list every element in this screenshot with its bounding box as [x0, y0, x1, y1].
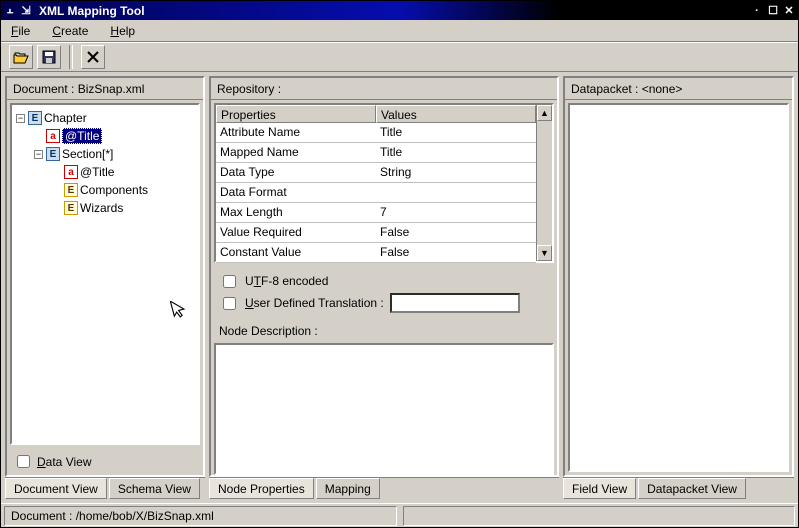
x-icon: [86, 50, 100, 64]
scroll-up-icon[interactable]: ▲: [537, 105, 552, 121]
node-description-label: Node Description :: [211, 318, 557, 340]
grid-cell[interactable]: Constant Value: [216, 243, 376, 263]
grid-cell[interactable]: Data Format: [216, 183, 376, 203]
grid-cell[interactable]: False: [376, 223, 536, 243]
tree-node-chapter[interactable]: − E Chapter: [16, 109, 194, 127]
element-icon: E: [28, 111, 42, 125]
attribute-icon: a: [46, 129, 60, 143]
attribute-icon: a: [64, 165, 78, 179]
collapse-icon[interactable]: −: [34, 150, 43, 159]
utf8-checkbox[interactable]: [223, 275, 236, 288]
tree-label: Section[*]: [62, 147, 113, 161]
grid-cell[interactable]: Data Type: [216, 163, 376, 183]
right-tabs: Field View Datapacket View: [563, 477, 794, 499]
tree-label: @Title: [80, 165, 114, 179]
datapacket-panel-title: Datapacket : <none>: [565, 78, 792, 100]
menu-help[interactable]: HelpHelp: [110, 24, 135, 38]
toolbar-separator: [69, 45, 73, 69]
grid-cell[interactable]: Mapped Name: [216, 143, 376, 163]
menu-bar: FFileile CreateCreate HelpHelp: [1, 20, 798, 42]
tree-node-wizards[interactable]: E Wizards: [16, 199, 194, 217]
menu-file[interactable]: FFileile: [11, 24, 30, 38]
document-panel-title: Document : BizSnap.xml: [7, 78, 203, 100]
tab-datapacket-view[interactable]: Datapacket View: [638, 478, 746, 499]
element-icon: E: [64, 201, 78, 215]
window-title: XML Mapping Tool: [37, 4, 750, 18]
close-icon[interactable]: ✕: [782, 4, 796, 18]
grid-cell[interactable]: [376, 183, 536, 203]
tab-field-view[interactable]: Field View: [563, 478, 636, 499]
mid-tabs: Node Properties Mapping: [209, 477, 559, 499]
grid-cell[interactable]: Value Required: [216, 223, 376, 243]
data-view-checkbox[interactable]: [17, 455, 30, 468]
tree-label: Components: [80, 183, 148, 197]
save-button[interactable]: [37, 45, 61, 69]
tab-node-properties[interactable]: Node Properties: [209, 478, 314, 499]
utf8-label: UTF-8 encoded: [245, 274, 328, 288]
status-empty: [403, 506, 796, 526]
datapacket-tree[interactable]: [568, 103, 789, 472]
grid-header-values[interactable]: Values: [376, 105, 536, 123]
node-description-box[interactable]: [214, 343, 554, 475]
tree-label: @Title: [62, 128, 102, 144]
title-bar: ⫠ ⇲ XML Mapping Tool · ☐ ✕: [1, 1, 798, 20]
grid-cell[interactable]: String: [376, 163, 536, 183]
status-bar: Document : /home/bob/X/BizSnap.xml: [1, 503, 798, 527]
wm-pin-icon[interactable]: ⫠: [3, 4, 17, 18]
open-button[interactable]: [9, 45, 33, 69]
properties-grid[interactable]: Properties Attribute Name Mapped Name Da…: [214, 103, 554, 263]
grid-header-properties[interactable]: Properties: [216, 105, 376, 123]
user-defined-label: User Defined Translation :: [245, 296, 384, 310]
grid-cell[interactable]: 7: [376, 203, 536, 223]
tree-node-section-title[interactable]: a @Title: [16, 163, 194, 181]
tree-label: Chapter: [44, 111, 87, 125]
app-window: ⫠ ⇲ XML Mapping Tool · ☐ ✕ FFileile Crea…: [0, 0, 799, 528]
grid-cell[interactable]: Title: [376, 143, 536, 163]
grid-cell[interactable]: False: [376, 243, 536, 263]
tab-document-view[interactable]: Document View: [5, 478, 107, 499]
scroll-down-icon[interactable]: ▼: [537, 245, 552, 261]
user-defined-input[interactable]: [390, 293, 520, 313]
repository-panel-title: Repository :: [211, 78, 557, 100]
folder-open-icon: [13, 50, 29, 64]
tree-node-section[interactable]: − E Section[*]: [16, 145, 194, 163]
floppy-icon: [42, 50, 56, 64]
grid-cell[interactable]: Max Length: [216, 203, 376, 223]
status-text: Document : /home/bob/X/BizSnap.xml: [4, 506, 397, 526]
data-view-label: Data View: [37, 455, 91, 469]
left-tabs: Document View Schema View: [5, 477, 205, 499]
delete-button[interactable]: [81, 45, 105, 69]
element-icon: E: [46, 147, 60, 161]
tab-schema-view[interactable]: Schema View: [109, 478, 200, 499]
maximize-icon[interactable]: ☐: [766, 4, 780, 18]
minimize-icon[interactable]: ·: [750, 4, 764, 18]
toolbar: [1, 42, 798, 72]
collapse-icon[interactable]: −: [16, 114, 25, 123]
document-tree[interactable]: − E Chapter a @Title − E Section[*]: [10, 103, 200, 445]
grid-cell[interactable]: Attribute Name: [216, 123, 376, 143]
mouse-cursor-icon: [169, 297, 191, 325]
tree-node-components[interactable]: E Components: [16, 181, 194, 199]
tree-label: Wizards: [80, 201, 123, 215]
element-icon: E: [64, 183, 78, 197]
grid-cell[interactable]: Title: [376, 123, 536, 143]
menu-create[interactable]: CreateCreate: [52, 24, 88, 38]
tab-mapping[interactable]: Mapping: [316, 478, 380, 499]
grid-scrollbar[interactable]: ▲ ▼: [536, 105, 552, 261]
wm-pushpin-icon[interactable]: ⇲: [19, 4, 33, 18]
user-defined-checkbox[interactable]: [223, 297, 236, 310]
tree-node-title-attr[interactable]: a @Title: [16, 127, 194, 145]
work-area: Document : BizSnap.xml − E Chapter a @Ti…: [1, 72, 798, 503]
